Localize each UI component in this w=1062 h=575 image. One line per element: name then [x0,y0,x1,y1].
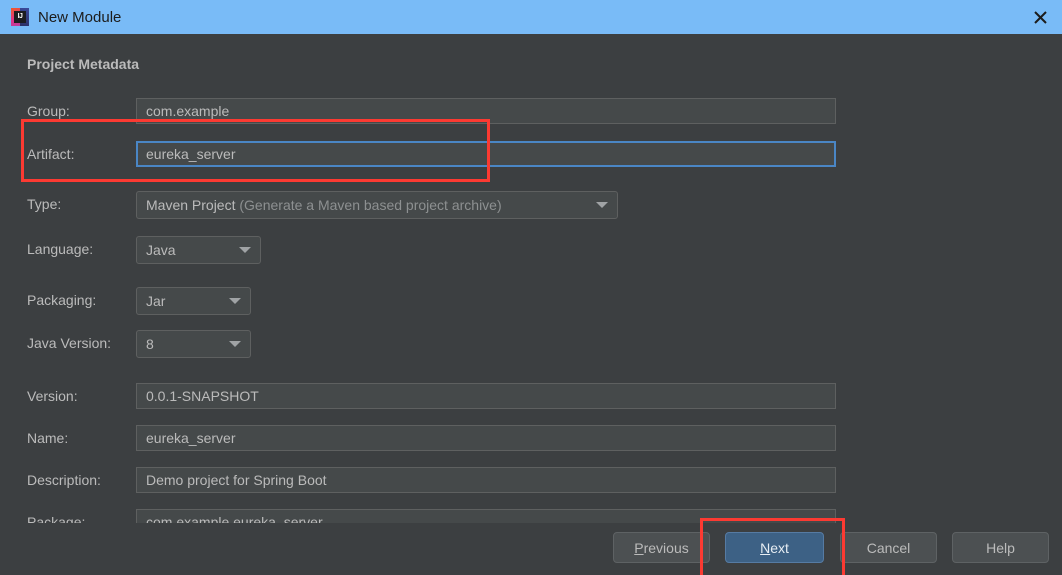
dialog-title: New Module [38,8,122,26]
help-button-label: Help [986,539,1015,556]
cancel-button-label: Cancel [866,539,911,556]
next-button-mnemonic: N [760,539,771,556]
form-row-name: Name: eureka_server [0,425,1062,451]
form-row-group: Group: com.example [0,98,1062,124]
description-label: Description: [27,472,101,488]
version-label: Version: [27,388,78,404]
close-icon[interactable] [1018,0,1062,34]
name-input[interactable]: eureka_server [136,425,836,451]
form-row-artifact: Artifact: eureka_server [0,141,1062,167]
previous-button-mnemonic: P [634,539,644,556]
form-row-version: Version: 0.0.1-SNAPSHOT [0,383,1062,409]
type-label: Type: [27,196,62,212]
form-row-type: Type: Maven Project (Generate a Maven ba… [0,191,1062,219]
form-row-java-version: Java Version: 8 [0,330,1062,358]
dialog-content: Project Metadata Group: com.example Arti… [0,34,1062,575]
dialog-button-bar: Previous Next Cancel Help [0,523,1062,575]
app-icon-label: IJ [17,13,23,20]
language-dropdown[interactable]: Java [136,236,261,264]
previous-button[interactable]: Previous [613,532,710,563]
chevron-down-icon [239,247,251,253]
artifact-input[interactable]: eureka_server [136,141,836,167]
chevron-down-icon [596,202,608,208]
type-value-hint: (Generate a Maven based project archive) [239,197,502,213]
language-value: Java [146,242,176,258]
help-button[interactable]: Help [952,532,1049,563]
next-button-label: ext [770,539,789,556]
form-row-description: Description: Demo project for Spring Boo… [0,467,1062,493]
new-module-dialog: IJ New Module Project Metadata Group: co… [0,0,1062,575]
dialog-title-bar: IJ New Module [0,0,1062,34]
chevron-down-icon [229,341,241,347]
intellij-idea-icon: IJ [11,8,29,26]
language-label: Language: [27,241,94,257]
name-label: Name: [27,430,69,446]
artifact-label: Artifact: [27,146,75,162]
type-value: Maven Project [146,197,236,213]
cancel-button[interactable]: Cancel [840,532,937,563]
group-label: Group: [27,103,70,119]
java-version-dropdown[interactable]: 8 [136,330,251,358]
section-title-project-metadata: Project Metadata [27,56,140,72]
version-input[interactable]: 0.0.1-SNAPSHOT [136,383,836,409]
description-input[interactable]: Demo project for Spring Boot [136,467,836,493]
chevron-down-icon [229,298,241,304]
previous-button-label: revious [643,539,689,556]
packaging-label: Packaging: [27,292,97,308]
packaging-value: Jar [146,293,166,309]
type-dropdown[interactable]: Maven Project (Generate a Maven based pr… [136,191,618,219]
java-version-value: 8 [146,336,154,352]
form-row-language: Language: Java [0,236,1062,264]
form-row-packaging: Packaging: Jar [0,287,1062,315]
next-button[interactable]: Next [725,532,824,563]
java-version-label: Java Version: [27,335,112,351]
group-input[interactable]: com.example [136,98,836,124]
packaging-dropdown[interactable]: Jar [136,287,251,315]
